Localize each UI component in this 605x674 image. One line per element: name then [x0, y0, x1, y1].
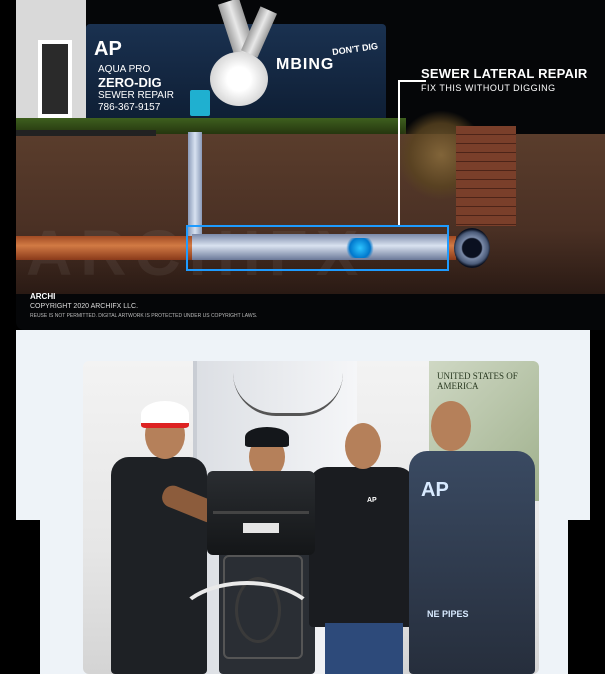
vertical-pipe [188, 132, 202, 238]
machine-drum [210, 52, 268, 106]
callout-title: SEWER LATERAL REPAIR [421, 66, 588, 81]
truck-brand-line-4: 786-367-9157 [98, 101, 161, 113]
truck-brand-line-3: SEWER REPAIR [98, 90, 174, 102]
frame-cutout-right [568, 520, 590, 674]
archifx-logo: ARCHI [30, 292, 56, 301]
frame-cutout-left [16, 520, 40, 674]
head [431, 401, 471, 451]
sewer-illustration: AP AQUA PRO ZERO-DIG SEWER REPAIR 786-36… [16, 0, 605, 330]
jersey-text: NE PIPES [427, 609, 469, 619]
brick-wall [456, 126, 516, 226]
repair-highlight-box [186, 225, 449, 271]
building-wall [16, 0, 86, 120]
copyright-text: COPYRIGHT 2020 ARCHIFX LLC. [30, 303, 139, 310]
shirt-logo: AP [367, 497, 377, 504]
bill-text: UNITED STATES OF AMERICA [437, 371, 518, 391]
legal-text: REUSE IS NOT PERMITTED. DIGITAL ARTWORK … [30, 313, 258, 319]
lining-machine [186, 0, 296, 118]
technician-jersey: AP NE PIPES [403, 397, 539, 674]
truck-brand-line-1: AQUA PRO [98, 64, 151, 75]
jersey-logo: AP [421, 479, 449, 501]
torso [309, 467, 415, 627]
case-label [243, 523, 279, 533]
white-hose [173, 581, 321, 669]
machine-bucket [190, 90, 210, 116]
sidewalk-edge [16, 130, 156, 136]
red-white-cap [141, 401, 189, 428]
callout-line [398, 80, 400, 225]
inspection-camera-case [207, 471, 315, 555]
truck-brand: AQUA PRO ZERO-DIG SEWER REPAIR 786-367-9… [98, 64, 174, 113]
truck-brand-line-2: ZERO-DIG [98, 74, 162, 90]
truck-tagline: DON'T DIG [331, 40, 379, 58]
pipe-opening [454, 228, 490, 268]
building-window [38, 40, 72, 118]
truck-logo: AP [94, 38, 122, 60]
case-hinge [213, 511, 309, 514]
head [345, 423, 381, 469]
team-photo: UNITED STATES OF AMERICA 75594 AP AP NE … [83, 361, 539, 674]
black-cap [245, 427, 289, 447]
callout-subtitle: FIX THIS WITHOUT DIGGING [421, 83, 556, 93]
jeans [325, 623, 403, 674]
